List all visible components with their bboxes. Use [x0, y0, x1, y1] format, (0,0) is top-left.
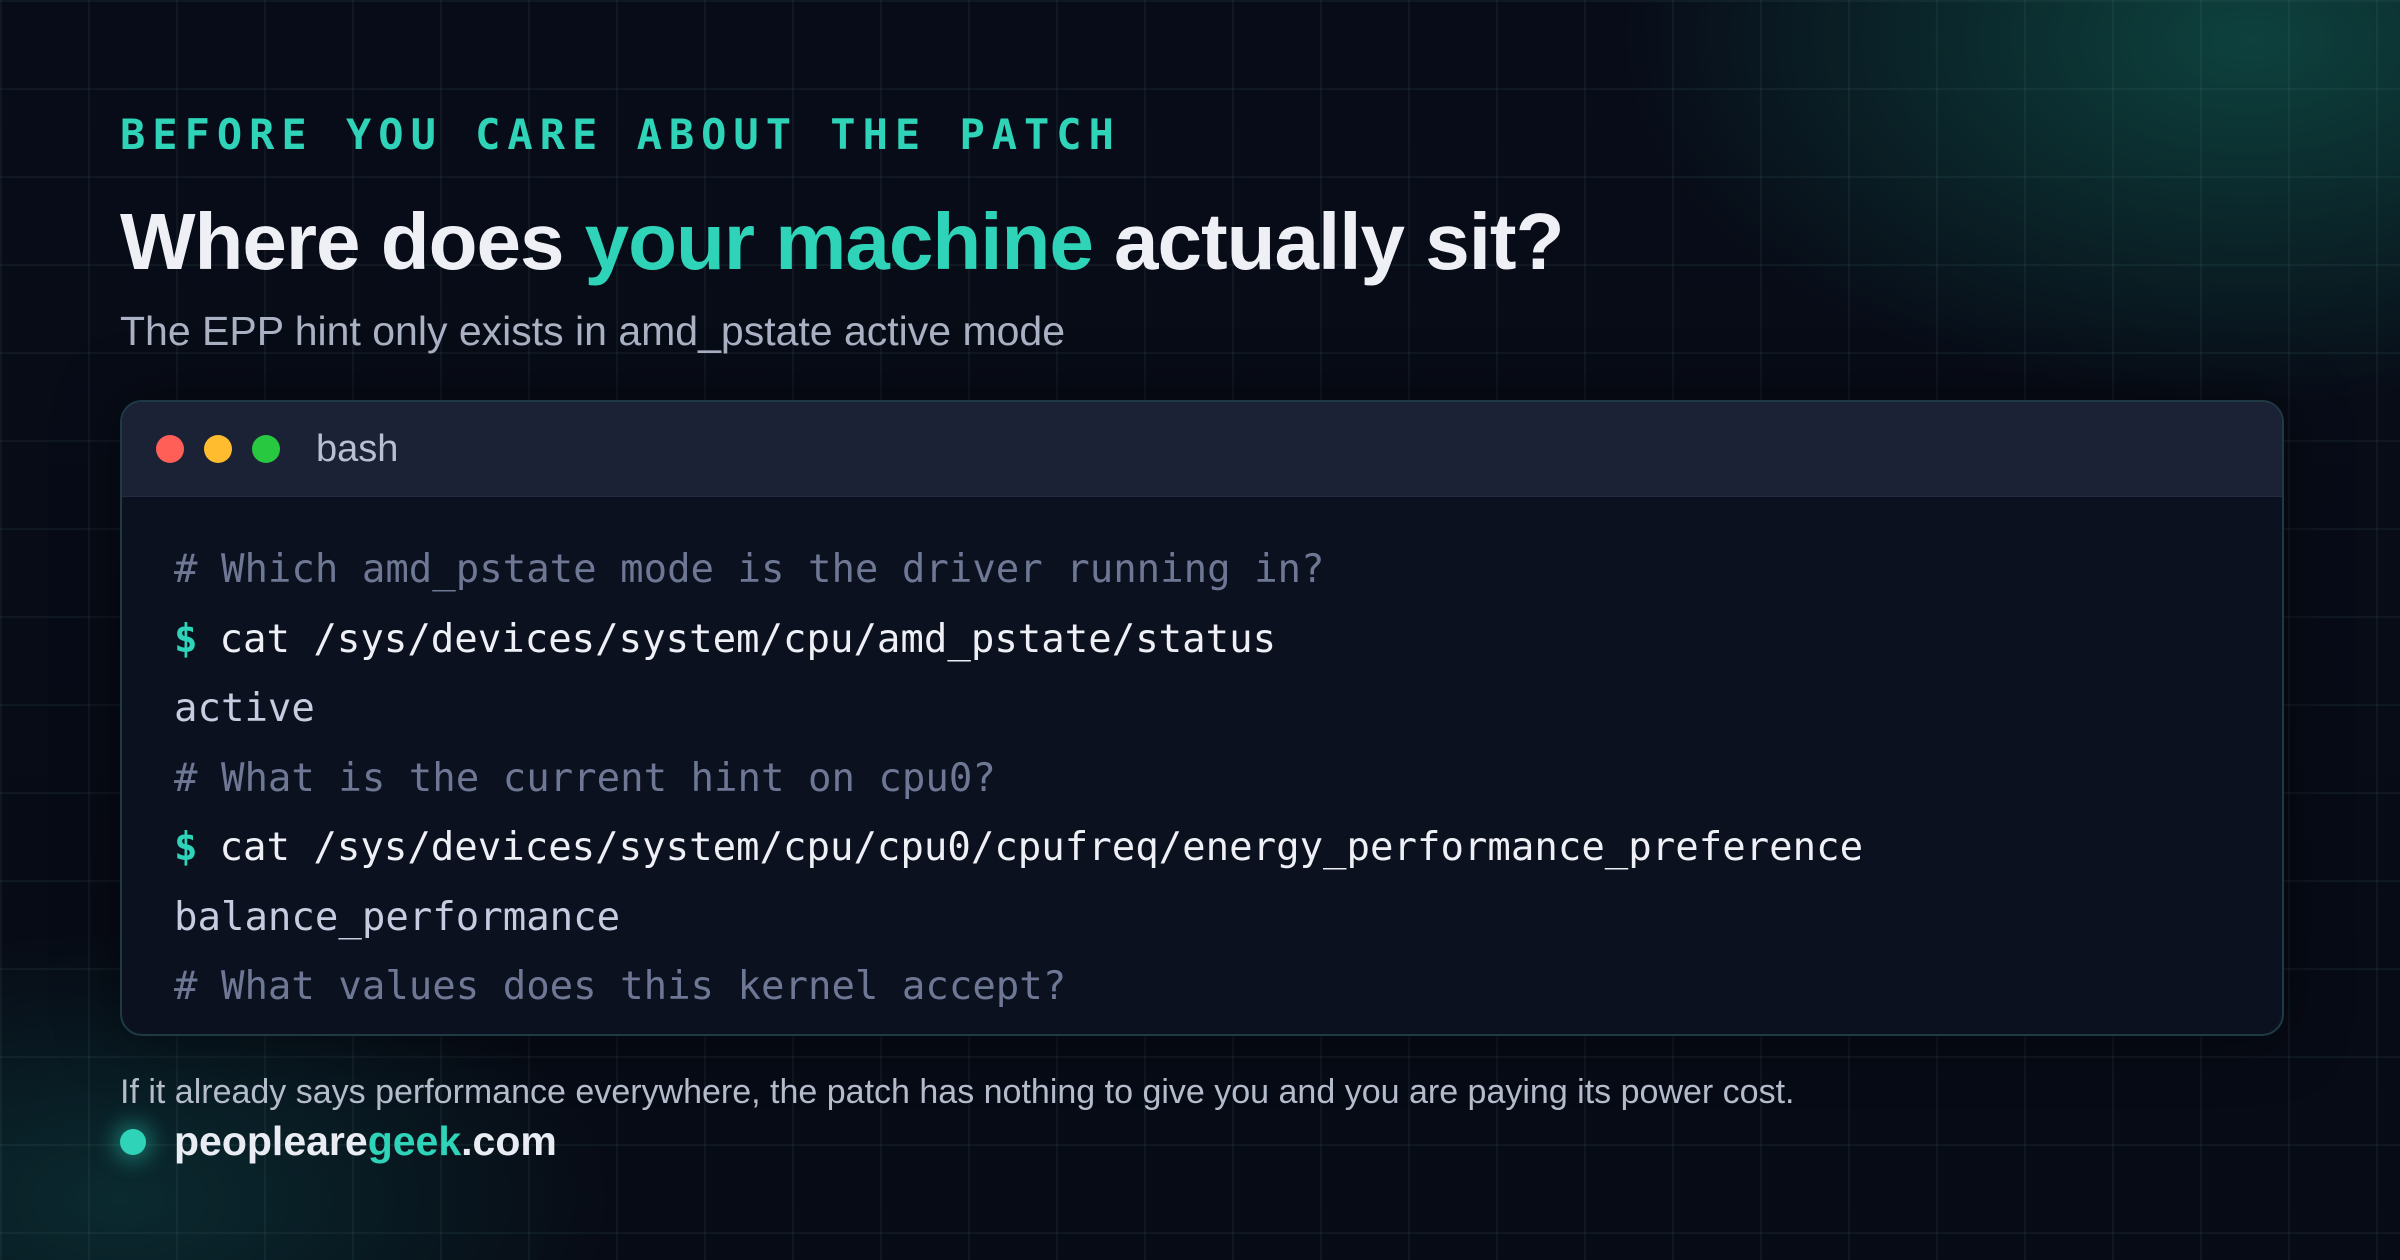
subtitle: The EPP hint only exists in amd_pstate a… [120, 308, 1066, 354]
terminal-comment-line: # What is the current hint on cpu0? [174, 755, 996, 801]
terminal-command-line: $ cat /sys/devices/system/cpu/cpu0/cpufre… [174, 813, 2230, 883]
brand-dot-icon [120, 1128, 146, 1155]
title-text-accent: your machine [584, 197, 1094, 286]
brand-text-start: peopleare [174, 1118, 368, 1164]
title-text-start: Where does [120, 197, 585, 286]
terminal-body[interactable]: # Which amd_pstate mode is the driver ru… [122, 497, 2282, 1022]
command-text: cat /sys/devices/system/cpu/cpu0/cpufreq… [219, 825, 1864, 870]
terminal-output-line: balance_performance [174, 894, 621, 940]
prompt-symbol: $ [174, 825, 198, 870]
eyebrow-label: BEFORE YOU CARE ABOUT THE PATCH [120, 110, 1121, 159]
brand-text-accent: geek [367, 1118, 462, 1164]
terminal-output-line: active [174, 686, 315, 731]
terminal-titlebar: bash [122, 402, 2282, 497]
card-content: BEFORE YOU CARE ABOUT THE PATCH Where do… [120, 0, 2284, 1260]
brand-text-end: .com [461, 1118, 557, 1164]
window-maximize-dot-icon[interactable] [252, 435, 280, 463]
window-close-dot-icon[interactable] [156, 435, 184, 463]
window-minimize-dot-icon[interactable] [204, 435, 232, 463]
prompt-symbol: $ [174, 616, 198, 662]
terminal-window: bash # Which amd_pstate mode is the driv… [120, 400, 2284, 1036]
command-text: cat /sys/devices/system/cpu/amd_pstate/s… [219, 616, 1277, 662]
footer-note: If it already says performance everywher… [120, 1073, 1795, 1111]
page-title: Where does your machine actually sit? [120, 196, 1564, 288]
terminal-title: bash [316, 427, 399, 470]
terminal-command-line: $ cat /sys/devices/system/cpu/amd_pstate/… [174, 605, 2230, 675]
title-text-end: actually sit? [1092, 197, 1564, 286]
terminal-comment-line: # What values does this kernel accept? [174, 964, 1067, 1009]
brand-link[interactable]: peoplearegeek.com [174, 1118, 557, 1165]
brand[interactable]: peoplearegeek.com [120, 1118, 557, 1165]
terminal-comment-line: # Which amd_pstate mode is the driver ru… [174, 547, 1325, 592]
